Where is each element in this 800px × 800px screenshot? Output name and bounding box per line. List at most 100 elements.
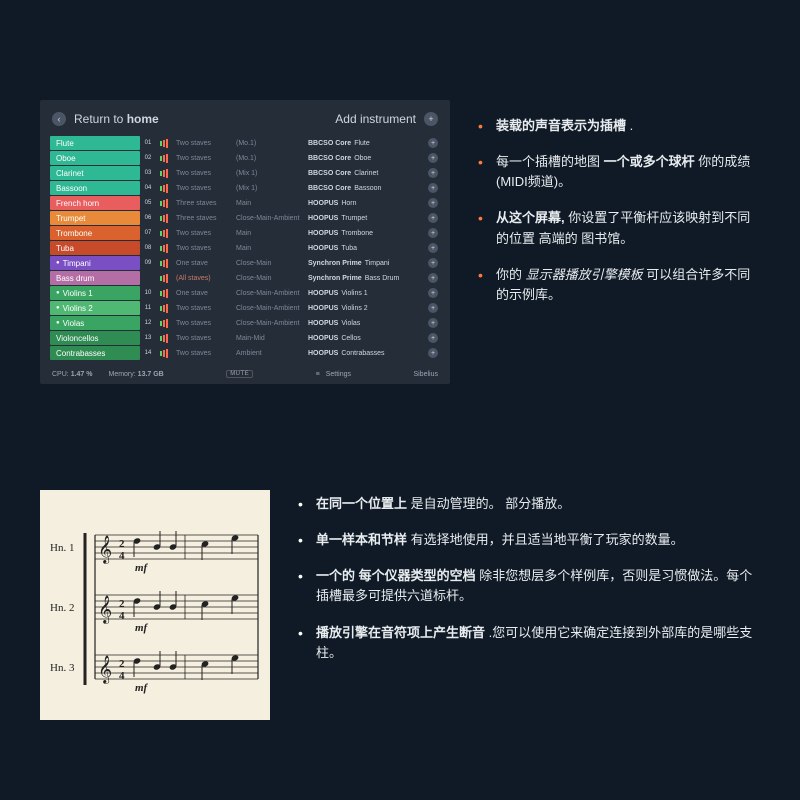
channel-number (140, 271, 156, 285)
instrument-name: Trumpet (50, 211, 140, 225)
row-add-button[interactable]: + (426, 136, 440, 150)
staves-label: Two staves (172, 241, 234, 255)
level-bars-icon (156, 331, 172, 345)
staves-label: Three staves (172, 196, 234, 210)
staves-label: One stave (172, 286, 234, 300)
instrument-row[interactable]: French horn05Three stavesMainHOOPUSHorn+ (50, 196, 440, 210)
channel-number: 02 (140, 151, 156, 165)
instrument-row[interactable]: ● Violas12Two stavesClose-Main-AmbientHO… (50, 316, 440, 330)
library-label: BBCSO CoreBassoon (306, 181, 426, 195)
bullet-item: 从这个屏幕, 你设置了平衡杆应该映射到不同的位置 高端的 图书馆。 (478, 208, 760, 248)
library-label: HOOPUSTrumpet (306, 211, 426, 225)
instrument-row[interactable]: ● Violins 110One staveClose-Main-Ambient… (50, 286, 440, 300)
channel-number: 05 (140, 196, 156, 210)
plus-icon: + (428, 303, 438, 313)
host-label: Sibelius (413, 371, 438, 378)
row-add-button[interactable]: + (426, 181, 440, 195)
library-label: Synchron PrimeTimpani (306, 256, 426, 270)
row-add-button[interactable]: + (426, 151, 440, 165)
staves-label: Two staves (172, 166, 234, 180)
row-add-button[interactable]: + (426, 316, 440, 330)
plus-icon: + (424, 112, 438, 126)
instrument-row[interactable]: Contrabasses14Two stavesAmbientHOOPUSCon… (50, 346, 440, 360)
instrument-name: Tuba (50, 241, 140, 255)
instrument-name: Contrabasses (50, 346, 140, 360)
svg-text:𝄞: 𝄞 (98, 536, 112, 564)
row-add-button[interactable]: + (426, 226, 440, 240)
bullet-item: 你的 显示器播放引擎模板 可以组合许多不同的示例库。 (478, 265, 760, 305)
bullet-item: 装载的声音表示为插槽 . (478, 116, 760, 136)
svg-text:2: 2 (119, 538, 125, 550)
channel-number: 03 (140, 166, 156, 180)
settings-button[interactable]: Settings (326, 371, 351, 378)
level-bars-icon (156, 211, 172, 225)
staves-label: Three staves (172, 211, 234, 225)
library-label: BBCSO CoreClarinet (306, 166, 426, 180)
mix-label: Main (234, 226, 306, 240)
level-bars-icon (156, 151, 172, 165)
mix-label: Close-Main-Ambient (234, 211, 306, 225)
mix-label: Close-Main-Ambient (234, 286, 306, 300)
row-add-button[interactable]: + (426, 331, 440, 345)
svg-text:2: 2 (119, 598, 125, 610)
row-add-button[interactable]: + (426, 211, 440, 225)
svg-text:mf: mf (135, 622, 149, 634)
mute-button[interactable]: MUTE (226, 370, 253, 378)
channel-number: 08 (140, 241, 156, 255)
instrument-row[interactable]: Trombone07Two stavesMainHOOPUSTrombone+ (50, 226, 440, 240)
mem-label: Memory: (108, 371, 135, 378)
instrument-row[interactable]: Violoncellos13Two stavesMain-MidHOOPUSCe… (50, 331, 440, 345)
level-bars-icon (156, 166, 172, 180)
panel-header: ‹ Return to home Add instrument + (50, 108, 440, 136)
return-home-button[interactable]: ‹ Return to home (52, 112, 159, 126)
row-add-button[interactable]: + (426, 166, 440, 180)
row-add-button[interactable]: + (426, 271, 440, 285)
instrument-row[interactable]: ● Timpani09One staveClose-MainSynchron P… (50, 256, 440, 270)
library-label: HOOPUSTrombone (306, 226, 426, 240)
instrument-row[interactable]: Bassoon04Two staves(Mix 1)BBCSO CoreBass… (50, 181, 440, 195)
svg-text:𝄞: 𝄞 (98, 596, 112, 624)
channel-number: 12 (140, 316, 156, 330)
plus-icon: + (428, 288, 438, 298)
library-label: HOOPUSContrabasses (306, 346, 426, 360)
staves-label: Two staves (172, 226, 234, 240)
level-bars-icon (156, 136, 172, 150)
bullet-item: 单一样本和节样 有选择地使用，并且适当地平衡了玩家的数量。 (298, 530, 760, 550)
back-arrow-icon: ‹ (52, 112, 66, 126)
library-label: BBCSO CoreOboe (306, 151, 426, 165)
settings-icon: ≡ (316, 371, 320, 378)
level-bars-icon (156, 286, 172, 300)
mem-value: 13.7 GB (138, 371, 164, 378)
svg-text:𝄞: 𝄞 (98, 656, 112, 684)
svg-text:Hn. 1: Hn. 1 (50, 542, 74, 554)
instrument-row[interactable]: Trumpet06Three stavesClose-Main-AmbientH… (50, 211, 440, 225)
add-instrument-label: Add instrument (335, 112, 416, 126)
level-bars-icon (156, 256, 172, 270)
instrument-name: French horn (50, 196, 140, 210)
level-bars-icon (156, 196, 172, 210)
channel-number: 01 (140, 136, 156, 150)
channel-number: 13 (140, 331, 156, 345)
cpu-label: CPU: (52, 371, 69, 378)
return-prefix: Return to (74, 112, 127, 126)
add-instrument-button[interactable]: Add instrument + (335, 112, 438, 126)
plus-icon: + (428, 243, 438, 253)
row-add-button[interactable]: + (426, 196, 440, 210)
plus-icon: + (428, 183, 438, 193)
plus-icon: + (428, 213, 438, 223)
instrument-row[interactable]: Bass drum(All staves)Close-MainSynchron … (50, 271, 440, 285)
library-label: HOOPUSCellos (306, 331, 426, 345)
row-add-button[interactable]: + (426, 346, 440, 360)
svg-text:4: 4 (119, 550, 125, 562)
instrument-row[interactable]: Oboe02Two staves(Mo.1)BBCSO CoreOboe+ (50, 151, 440, 165)
row-add-button[interactable]: + (426, 256, 440, 270)
svg-text:Hn. 2: Hn. 2 (50, 602, 74, 614)
row-add-button[interactable]: + (426, 241, 440, 255)
instrument-row[interactable]: Clarinet03Two staves(Mix 1)BBCSO CoreCla… (50, 166, 440, 180)
instrument-row[interactable]: Flute01Two staves(Mo.1)BBCSO CoreFlute+ (50, 136, 440, 150)
plus-icon: + (428, 198, 438, 208)
instrument-row[interactable]: ● Violins 211Two stavesClose-Main-Ambien… (50, 301, 440, 315)
instrument-row[interactable]: Tuba08Two stavesMainHOOPUSTuba+ (50, 241, 440, 255)
row-add-button[interactable]: + (426, 286, 440, 300)
row-add-button[interactable]: + (426, 301, 440, 315)
